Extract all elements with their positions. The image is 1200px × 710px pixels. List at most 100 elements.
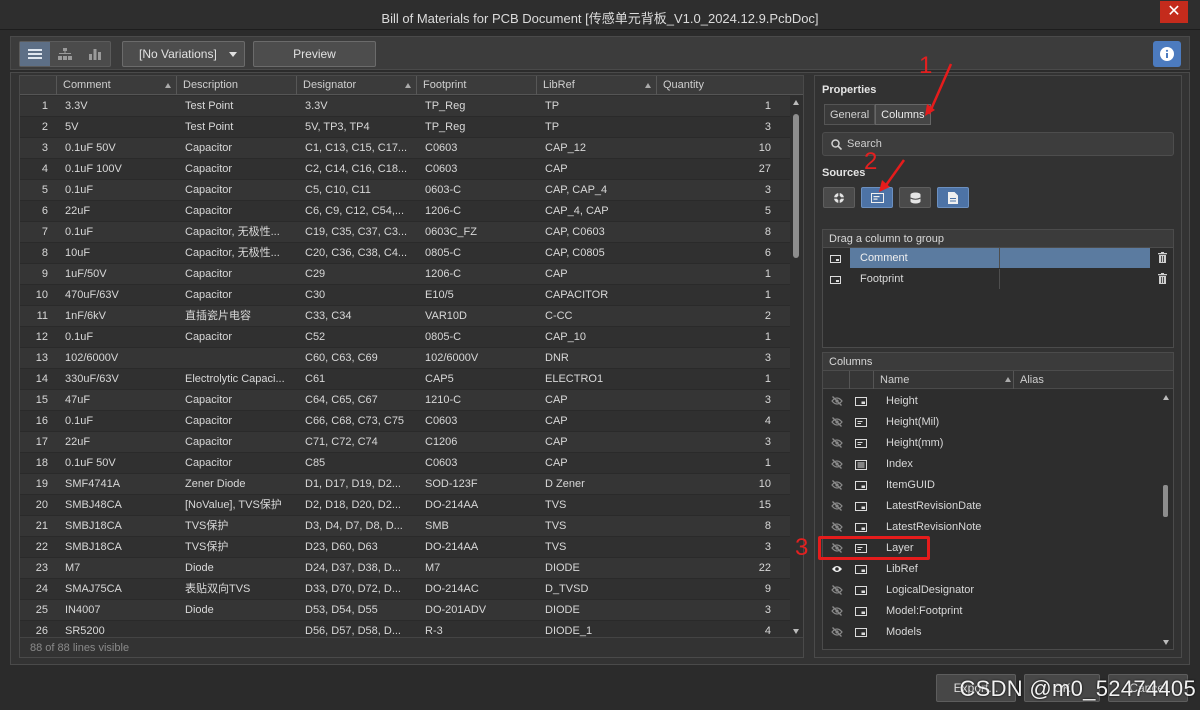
tree-view-icon[interactable] — [50, 42, 80, 66]
column-list-item[interactable]: LatestRevisionNote — [823, 517, 1163, 538]
alias-header[interactable]: Alias — [1013, 371, 1161, 389]
table-row[interactable]: 16 0.1uF Capacitor C66, C68, C73, C75 C0603 C… — [20, 411, 790, 432]
cell-comment: 3.3V — [65, 100, 88, 112]
cell-libref: CAP, CAP_4 — [545, 184, 608, 196]
row-number: 11 — [36, 310, 48, 322]
table-row[interactable]: 8 10uF Capacitor, 无极性... C20, C36, C38, C4.… — [20, 243, 790, 264]
eye-off-icon[interactable] — [831, 606, 843, 619]
cell-footprint: 1206-C — [425, 268, 462, 280]
eye-off-icon[interactable] — [831, 585, 843, 598]
table-row[interactable]: 5 0.1uF Capacitor C5, C10, C11 0603-C CAP, CA… — [20, 180, 790, 201]
document-type-icon — [855, 460, 867, 473]
document-source-icon[interactable] — [937, 187, 969, 208]
preview-button[interactable]: Preview — [253, 41, 376, 67]
column-list-item[interactable]: LogicalDesignator — [823, 580, 1163, 601]
table-row[interactable]: 18 0.1uF 50V Capacitor C85 C0603 CAP 1 — [20, 453, 790, 474]
column-name: Height — [886, 395, 918, 407]
scroll-up-icon[interactable] — [793, 100, 799, 105]
scroll-down-icon[interactable] — [1163, 640, 1169, 645]
column-list-item[interactable]: Height(Mil) — [823, 412, 1163, 433]
cell-libref: CAP, C0603 — [545, 226, 605, 238]
eye-off-icon[interactable] — [831, 438, 843, 451]
components-source-icon[interactable] — [823, 187, 855, 208]
table-row[interactable]: 13 102/6000V C60, C63, C69 102/6000V DNR 3 — [20, 348, 790, 369]
table-row[interactable]: 10 470uF/63V Capacitor C30 E10/5 CAPACITOR 1 — [20, 285, 790, 306]
eye-icon[interactable] — [831, 564, 843, 577]
scroll-up-icon[interactable] — [1163, 395, 1169, 400]
column-list-item[interactable]: Index — [823, 454, 1163, 475]
column-list-item[interactable]: LibRef — [823, 559, 1163, 580]
table-row[interactable]: 6 22uF Capacitor C6, C9, C12, C54,... 1206-C… — [20, 201, 790, 222]
table-row[interactable]: 21 SMBJ18CA TVS保护 D3, D4, D7, D8, D... SMB TV… — [20, 516, 790, 537]
column-header-libref[interactable]: LibRef — [536, 76, 656, 95]
table-row[interactable]: 17 22uF Capacitor C71, C72, C74 C1206 CAP 3 — [20, 432, 790, 453]
cell-libref: TVS — [545, 499, 567, 511]
column-list-item[interactable]: Models — [823, 622, 1163, 643]
table-row[interactable]: 1 3.3V Test Point 3.3V TP_Reg TP 1 — [20, 96, 790, 117]
cell-description: 表贴双向TVS — [185, 583, 251, 595]
info-icon[interactable] — [1153, 41, 1181, 67]
column-header-description[interactable]: Description — [176, 76, 296, 95]
variations-value: [No Variations] — [139, 47, 217, 61]
name-header[interactable]: Name — [873, 371, 1013, 389]
column-header-designator[interactable]: Designator — [296, 76, 416, 95]
column-list-item[interactable]: Height — [823, 391, 1163, 412]
trash-icon[interactable] — [1158, 252, 1167, 266]
variations-dropdown[interactable]: [No Variations] — [122, 41, 245, 67]
trash-icon[interactable] — [1158, 273, 1167, 287]
parameter-type-icon — [855, 523, 867, 535]
table-row[interactable]: 26 SR5200 D56, D57, D58, D... R-3 DIODE_1 4 — [20, 621, 790, 638]
column-header-quantity[interactable]: Quantity — [656, 76, 803, 95]
cell-description: 直插瓷片电容 — [185, 310, 251, 322]
table-row[interactable]: 3 0.1uF 50V Capacitor C1, C13, C15, C17... C… — [20, 138, 790, 159]
column-list-item[interactable]: ItemGUID — [823, 475, 1163, 496]
table-row[interactable]: 2 5V Test Point 5V, TP3, TP4 TP_Reg TP 3 — [20, 117, 790, 138]
list-view-icon[interactable] — [20, 42, 50, 66]
table-row[interactable]: 15 47uF Capacitor C64, C65, C67 1210-C CAP 3 — [20, 390, 790, 411]
table-row[interactable]: 25 IN4007 Diode D53, D54, D55 DO-201ADV DIODE… — [20, 600, 790, 621]
scrollbar-thumb[interactable] — [793, 114, 799, 258]
tab-general[interactable]: General — [824, 104, 876, 125]
table-row[interactable]: 12 0.1uF Capacitor C52 0805-C CAP_10 1 — [20, 327, 790, 348]
search-input[interactable] — [847, 136, 1147, 152]
scroll-down-icon[interactable] — [793, 629, 799, 634]
close-button[interactable]: ✕ — [1160, 1, 1188, 23]
eye-off-icon[interactable] — [831, 459, 843, 472]
eye-off-icon[interactable] — [831, 501, 843, 514]
row-number: 15 — [35, 394, 48, 406]
table-row[interactable]: 23 M7 Diode D24, D37, D38, D... M7 DIODE 22 — [20, 558, 790, 579]
eye-off-icon[interactable] — [831, 396, 843, 409]
cell-designator: C30 — [305, 289, 326, 301]
column-list-item[interactable]: Model:Footprint — [823, 601, 1163, 622]
eye-off-icon[interactable] — [831, 627, 843, 640]
column-header-comment[interactable]: Comment — [56, 76, 176, 95]
table-row[interactable]: 19 SMF4741A Zener Diode D1, D17, D19, D2...… — [20, 474, 790, 495]
eye-off-icon[interactable] — [831, 522, 843, 535]
table-row[interactable]: 22 SMBJ18CA TVS保护 D23, D60, D63 DO-214AA TVS 3 — [20, 537, 790, 558]
eye-off-icon[interactable] — [831, 417, 843, 430]
scrollbar-thumb[interactable] — [1163, 485, 1168, 517]
table-row[interactable]: 11 1nF/6kV 直插瓷片电容 C33, C34 VAR10D C-CC 2 — [20, 306, 790, 327]
table-row[interactable]: 14 330uF/63V Electrolytic Capaci... C61 CAP5… — [20, 369, 790, 390]
group-row-comment[interactable]: Comment — [823, 248, 1173, 269]
column-list-item[interactable]: LatestRevisionDate — [823, 496, 1163, 517]
table-row[interactable]: 4 0.1uF 100V Capacitor C2, C14, C16, C18...… — [20, 159, 790, 180]
column-list-item[interactable]: Height(mm) — [823, 433, 1163, 454]
cell-qty: 1 — [764, 373, 771, 385]
eye-off-icon[interactable] — [831, 480, 843, 493]
group-row-footprint[interactable]: Footprint — [823, 269, 1173, 290]
cell-libref: TP — [545, 121, 560, 133]
table-row[interactable]: 7 0.1uF Capacitor, 无极性... C19, C35, C37, C3… — [20, 222, 790, 243]
table-row[interactable]: 20 SMBJ48CA [NoValue], TVS保护 D2, D18, D20, … — [20, 495, 790, 516]
parameter-type-icon — [855, 481, 867, 493]
cell-footprint: 0603C_FZ — [425, 226, 477, 238]
table-row[interactable]: 9 1uF/50V Capacitor C29 1206-C CAP 1 — [20, 264, 790, 285]
table-row[interactable]: 24 SMAJ75CA 表贴双向TVS D33, D70, D72, D... DO-2… — [20, 579, 790, 600]
cell-qty: 10 — [758, 478, 771, 490]
column-name: Index — [886, 458, 913, 470]
cell-libref: TVS — [545, 541, 567, 553]
columns-scrollbar[interactable] — [1162, 393, 1170, 647]
column-header-footprint[interactable]: Footprint — [416, 76, 536, 95]
chart-view-icon[interactable] — [80, 42, 110, 66]
cell-description: Diode — [185, 604, 214, 616]
